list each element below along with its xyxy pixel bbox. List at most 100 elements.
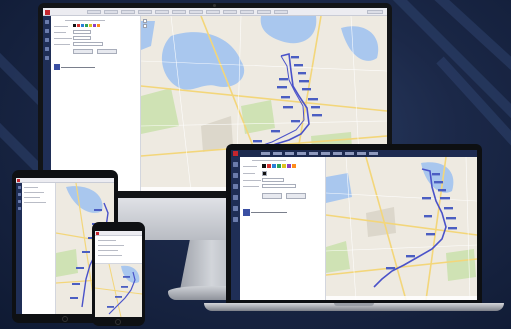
settings-icon[interactable] xyxy=(17,207,21,210)
field-label xyxy=(243,180,261,181)
opacity-field[interactable] xyxy=(262,178,284,182)
color-swatch[interactable] xyxy=(89,24,92,27)
toolbar-button[interactable] xyxy=(261,152,270,155)
vehicle-icon[interactable] xyxy=(45,29,49,33)
field-label xyxy=(24,192,44,193)
toolbar-button[interactable] xyxy=(321,152,330,155)
user-icon[interactable] xyxy=(233,206,238,211)
field-label xyxy=(54,44,70,45)
color-swatch[interactable] xyxy=(267,164,271,168)
color-swatch[interactable] xyxy=(85,24,88,27)
route-icon[interactable] xyxy=(45,20,49,24)
reset-button[interactable] xyxy=(286,193,306,199)
help-icon[interactable] xyxy=(233,217,238,222)
panel-heading xyxy=(65,20,105,21)
field-label xyxy=(98,240,116,241)
settings-panel xyxy=(51,16,141,191)
route-name xyxy=(251,212,287,213)
color-swatch[interactable] xyxy=(93,24,96,27)
home-button[interactable] xyxy=(62,316,68,322)
color-swatch[interactable] xyxy=(292,164,296,168)
home-button[interactable] xyxy=(115,319,121,325)
map-canvas xyxy=(326,157,477,300)
app-logo[interactable] xyxy=(96,232,99,235)
map-view[interactable] xyxy=(95,264,142,317)
user-menu[interactable] xyxy=(367,10,383,14)
field-label xyxy=(24,202,46,203)
vehicle-icon[interactable] xyxy=(17,193,21,196)
camera xyxy=(213,4,216,7)
vehicle-icon[interactable] xyxy=(233,173,238,178)
app-logo[interactable] xyxy=(17,179,20,182)
settings-panel xyxy=(240,157,326,300)
settings-panel xyxy=(22,183,56,314)
user-icon[interactable] xyxy=(45,56,49,60)
toolbar-button[interactable] xyxy=(240,10,254,14)
color-swatch[interactable] xyxy=(73,24,76,27)
field-label xyxy=(24,187,38,188)
toolbar-button[interactable] xyxy=(121,10,135,14)
color-swatch[interactable] xyxy=(97,24,100,27)
toolbar-button[interactable] xyxy=(87,10,101,14)
color-swatch[interactable] xyxy=(272,164,276,168)
toolbar-button[interactable] xyxy=(357,152,366,155)
opacity-field[interactable] xyxy=(73,36,91,40)
line-width-field[interactable] xyxy=(73,30,91,34)
toolbar-button[interactable] xyxy=(369,152,378,155)
toolbar-button[interactable] xyxy=(172,10,186,14)
zoom-out-button[interactable] xyxy=(143,24,147,28)
toolbar-button[interactable] xyxy=(285,152,294,155)
apply-button[interactable] xyxy=(262,193,282,199)
zoom-in-button[interactable] xyxy=(143,19,147,23)
side-rail xyxy=(231,157,240,300)
toolbar-button[interactable] xyxy=(206,10,220,14)
toolbar-button[interactable] xyxy=(257,10,271,14)
layers-icon[interactable] xyxy=(17,200,21,203)
toolbar-button[interactable] xyxy=(273,152,282,155)
app-logo[interactable] xyxy=(45,9,50,15)
app-window xyxy=(231,150,477,300)
field-label xyxy=(98,245,124,246)
color-swatches xyxy=(262,164,296,168)
apply-button[interactable] xyxy=(73,49,93,54)
date-field[interactable] xyxy=(73,42,103,46)
side-rail xyxy=(43,16,51,191)
color-swatch[interactable] xyxy=(282,164,286,168)
field-label xyxy=(98,250,118,251)
app-topbar xyxy=(231,150,477,157)
settings-icon[interactable] xyxy=(233,195,238,200)
line-width-field[interactable] xyxy=(262,171,267,176)
toolbar-button[interactable] xyxy=(223,10,237,14)
route-list-item[interactable] xyxy=(54,64,95,70)
smartphone xyxy=(92,222,145,326)
route-list-item[interactable] xyxy=(243,209,287,216)
layers-icon[interactable] xyxy=(233,184,238,189)
route-icon[interactable] xyxy=(233,162,238,167)
toolbar-button[interactable] xyxy=(309,152,318,155)
color-swatch[interactable] xyxy=(77,24,80,27)
toolbar-button[interactable] xyxy=(274,10,288,14)
toolbar-button[interactable] xyxy=(345,152,354,155)
settings-icon[interactable] xyxy=(45,47,49,51)
toolbar-button[interactable] xyxy=(155,10,169,14)
map-view[interactable] xyxy=(326,157,477,300)
color-swatches xyxy=(73,24,100,27)
color-swatch[interactable] xyxy=(287,164,291,168)
toolbar-button[interactable] xyxy=(189,10,203,14)
color-swatch[interactable] xyxy=(262,164,266,168)
toolbar-button[interactable] xyxy=(138,10,152,14)
field-label xyxy=(98,255,122,256)
route-icon[interactable] xyxy=(17,186,21,189)
field-label xyxy=(54,32,66,33)
settings-panel xyxy=(95,236,142,264)
toolbar-button[interactable] xyxy=(297,152,306,155)
layers-icon[interactable] xyxy=(45,38,49,42)
app-logo[interactable] xyxy=(233,151,238,156)
laptop-screen xyxy=(231,150,477,300)
date-field[interactable] xyxy=(262,184,296,188)
reset-button[interactable] xyxy=(97,49,117,54)
color-swatch[interactable] xyxy=(81,24,84,27)
toolbar-button[interactable] xyxy=(104,10,118,14)
color-swatch[interactable] xyxy=(277,164,281,168)
toolbar-button[interactable] xyxy=(333,152,342,155)
